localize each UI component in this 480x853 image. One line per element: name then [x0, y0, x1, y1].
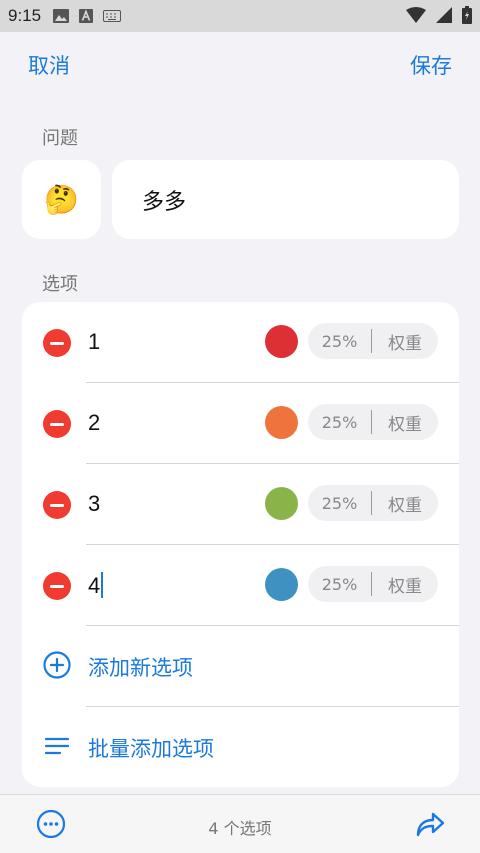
weight-control[interactable]: 25% 权重	[308, 566, 438, 602]
battery-icon	[462, 6, 472, 28]
option-color-swatch[interactable]	[265, 325, 298, 358]
options-card: 1 25% 权重 2 25% 权重 3 25% 权重 4 25% 权重 添加新选…	[22, 302, 459, 787]
status-time: 9:15	[8, 6, 42, 25]
weight-control[interactable]: 25% 权重	[308, 323, 438, 359]
option-color-swatch[interactable]	[265, 487, 298, 520]
options-section-label: 选项	[42, 274, 78, 295]
list-icon	[43, 732, 71, 764]
weight-label: 权重	[388, 495, 422, 516]
weight-label: 权重	[388, 414, 422, 435]
signal-icon	[436, 7, 452, 27]
image-icon	[53, 9, 70, 23]
plus-circle-icon	[43, 651, 71, 683]
option-input[interactable]: 4	[88, 572, 104, 599]
question-text: 多多	[142, 189, 187, 215]
font-icon	[79, 9, 94, 23]
emoji-picker-button[interactable]: 🤔	[22, 160, 101, 239]
option-count: 4 个选项	[208, 819, 272, 838]
weight-percent: 25%	[321, 331, 358, 351]
add-option-label: 添加新选项	[88, 656, 193, 680]
add-option-button[interactable]: 添加新选项	[22, 626, 459, 707]
weight-control[interactable]: 25% 权重	[308, 485, 438, 521]
bottom-bar: 4 个选项	[0, 794, 480, 853]
option-row: 3 25% 权重	[22, 464, 459, 545]
remove-option-button[interactable]	[43, 329, 71, 357]
weight-control[interactable]: 25% 权重	[308, 404, 438, 440]
option-row: 2 25% 权重	[22, 383, 459, 464]
question-section-label: 问题	[42, 128, 78, 149]
option-row: 4 25% 权重	[22, 545, 459, 626]
remove-option-button[interactable]	[43, 491, 71, 519]
status-bar: 9:15	[0, 0, 480, 32]
option-input[interactable]: 2	[88, 410, 100, 436]
top-bar: 取消 保存	[0, 32, 480, 94]
option-color-swatch[interactable]	[265, 568, 298, 601]
question-input[interactable]: 多多	[112, 160, 459, 239]
thinking-face-icon: 🤔	[44, 183, 79, 216]
remove-option-button[interactable]	[43, 410, 71, 438]
option-color-swatch[interactable]	[265, 406, 298, 439]
bulk-add-options-button[interactable]: 批量添加选项	[22, 707, 459, 787]
remove-option-button[interactable]	[43, 572, 71, 600]
weight-percent: 25%	[321, 412, 358, 432]
option-row: 1 25% 权重	[22, 302, 459, 383]
text-cursor	[101, 572, 104, 598]
save-button[interactable]: 保存	[410, 50, 452, 80]
option-input[interactable]: 1	[88, 329, 100, 355]
share-icon[interactable]	[414, 809, 446, 843]
keyboard-icon	[103, 10, 122, 22]
option-input[interactable]: 3	[88, 491, 100, 517]
weight-label: 权重	[388, 576, 422, 597]
bulk-add-label: 批量添加选项	[88, 737, 214, 761]
cancel-button[interactable]: 取消	[28, 50, 70, 80]
wifi-icon	[406, 7, 426, 27]
weight-percent: 25%	[321, 574, 358, 594]
option-text: 4	[88, 573, 101, 598]
weight-label: 权重	[388, 333, 422, 354]
weight-percent: 25%	[321, 493, 358, 513]
